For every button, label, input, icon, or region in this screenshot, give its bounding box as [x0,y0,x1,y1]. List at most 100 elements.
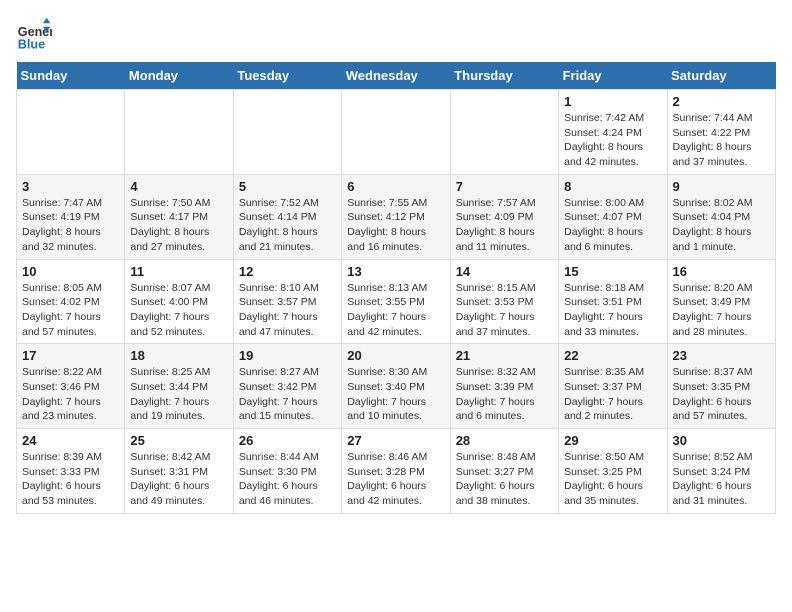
day-info: Sunrise: 8:30 AMSunset: 3:40 PMDaylight:… [347,365,444,424]
calendar-week-row: 24 Sunrise: 8:39 AMSunset: 3:33 PMDayligh… [17,429,776,514]
day-info: Sunrise: 7:57 AMSunset: 4:09 PMDaylight:… [456,196,553,255]
day-info: Sunrise: 8:22 AMSunset: 3:46 PMDaylight:… [22,365,119,424]
day-number: 21 [456,348,553,363]
calendar-cell: 3 Sunrise: 7:47 AMSunset: 4:19 PMDaylight… [17,174,125,259]
calendar-cell [17,90,125,175]
day-info: Sunrise: 8:39 AMSunset: 3:33 PMDaylight:… [22,450,119,509]
day-info: Sunrise: 8:27 AMSunset: 3:42 PMDaylight:… [239,365,336,424]
day-number: 14 [456,264,553,279]
day-number: 5 [239,179,336,194]
calendar-cell [342,90,450,175]
day-number: 27 [347,433,444,448]
calendar-cell: 23 Sunrise: 8:37 AMSunset: 3:35 PMDayligh… [667,344,775,429]
day-number: 12 [239,264,336,279]
calendar-cell: 12 Sunrise: 8:10 AMSunset: 3:57 PMDayligh… [233,259,341,344]
day-info: Sunrise: 8:13 AMSunset: 3:55 PMDaylight:… [347,281,444,340]
day-number: 23 [673,348,770,363]
day-number: 30 [673,433,770,448]
column-header-saturday: Saturday [667,62,775,90]
day-info: Sunrise: 8:05 AMSunset: 4:02 PMDaylight:… [22,281,119,340]
day-info: Sunrise: 7:47 AMSunset: 4:19 PMDaylight:… [22,196,119,255]
day-number: 17 [22,348,119,363]
calendar-cell: 17 Sunrise: 8:22 AMSunset: 3:46 PMDayligh… [17,344,125,429]
calendar-week-row: 17 Sunrise: 8:22 AMSunset: 3:46 PMDayligh… [17,344,776,429]
day-number: 19 [239,348,336,363]
day-info: Sunrise: 8:46 AMSunset: 3:28 PMDaylight:… [347,450,444,509]
calendar-cell: 14 Sunrise: 8:15 AMSunset: 3:53 PMDayligh… [450,259,558,344]
day-number: 1 [564,94,661,109]
day-number: 4 [130,179,227,194]
calendar-cell: 18 Sunrise: 8:25 AMSunset: 3:44 PMDayligh… [125,344,233,429]
day-number: 15 [564,264,661,279]
calendar-cell: 29Sunrise: 8:50 AMSunset: 3:25 PMDayligh… [559,429,667,514]
calendar-cell: 26Sunrise: 8:44 AMSunset: 3:30 PMDayligh… [233,429,341,514]
day-number: 20 [347,348,444,363]
day-number: 9 [673,179,770,194]
day-info: Sunrise: 8:00 AMSunset: 4:07 PMDaylight:… [564,196,661,255]
day-info: Sunrise: 8:42 AMSunset: 3:31 PMDaylight:… [130,450,227,509]
calendar-cell: 28 Sunrise: 8:48 AMSunset: 3:27 PMDayligh… [450,429,558,514]
day-number: 22 [564,348,661,363]
column-header-wednesday: Wednesday [342,62,450,90]
day-info: Sunrise: 8:25 AMSunset: 3:44 PMDaylight:… [130,365,227,424]
calendar-cell: 15 Sunrise: 8:18 AMSunset: 3:51 PMDayligh… [559,259,667,344]
calendar-cell: 10 Sunrise: 8:05 AMSunset: 4:02 PMDayligh… [17,259,125,344]
day-number: 13 [347,264,444,279]
column-header-tuesday: Tuesday [233,62,341,90]
day-number: 16 [673,264,770,279]
calendar-cell [450,90,558,175]
day-info: Sunrise: 8:32 AMSunset: 3:39 PMDaylight:… [456,365,553,424]
day-number: 8 [564,179,661,194]
day-info: Sunrise: 7:42 AMSunset: 4:24 PMDaylight:… [564,111,661,170]
day-number: 10 [22,264,119,279]
day-number: 28 [456,433,553,448]
logo: General Blue [16,16,56,52]
svg-text:Blue: Blue [18,37,45,51]
day-number: 25 [130,433,227,448]
calendar-cell: 11Sunrise: 8:07 AMSunset: 4:00 PMDayligh… [125,259,233,344]
day-info: Sunrise: 8:18 AMSunset: 3:51 PMDaylight:… [564,281,661,340]
column-header-friday: Friday [559,62,667,90]
day-info: Sunrise: 8:37 AMSunset: 3:35 PMDaylight:… [673,365,770,424]
column-header-sunday: Sunday [17,62,125,90]
day-info: Sunrise: 8:10 AMSunset: 3:57 PMDaylight:… [239,281,336,340]
day-info: Sunrise: 7:50 AMSunset: 4:17 PMDaylight:… [130,196,227,255]
calendar-cell: 19 Sunrise: 8:27 AMSunset: 3:42 PMDayligh… [233,344,341,429]
calendar-week-row: 3 Sunrise: 7:47 AMSunset: 4:19 PMDaylight… [17,174,776,259]
calendar-cell [233,90,341,175]
calendar-cell: 4 Sunrise: 7:50 AMSunset: 4:17 PMDaylight… [125,174,233,259]
day-info: Sunrise: 8:48 AMSunset: 3:27 PMDaylight:… [456,450,553,509]
day-number: 11 [130,264,227,279]
day-info: Sunrise: 8:35 AMSunset: 3:37 PMDaylight:… [564,365,661,424]
day-number: 18 [130,348,227,363]
calendar-week-row: 10 Sunrise: 8:05 AMSunset: 4:02 PMDayligh… [17,259,776,344]
calendar-week-row: 1 Sunrise: 7:42 AMSunset: 4:24 PMDaylight… [17,90,776,175]
day-info: Sunrise: 8:50 AMSunset: 3:25 PMDaylight:… [564,450,661,509]
day-info: Sunrise: 8:52 AMSunset: 3:24 PMDaylight:… [673,450,770,509]
day-info: Sunrise: 7:44 AMSunset: 4:22 PMDaylight:… [673,111,770,170]
page-header: General Blue [16,16,776,52]
calendar-cell: 24 Sunrise: 8:39 AMSunset: 3:33 PMDayligh… [17,429,125,514]
calendar-cell: 6Sunrise: 7:55 AMSunset: 4:12 PMDaylight… [342,174,450,259]
day-number: 3 [22,179,119,194]
calendar-cell [125,90,233,175]
day-info: Sunrise: 8:15 AMSunset: 3:53 PMDaylight:… [456,281,553,340]
calendar-cell: 30 Sunrise: 8:52 AMSunset: 3:24 PMDayligh… [667,429,775,514]
column-header-monday: Monday [125,62,233,90]
calendar-cell: 2Sunrise: 7:44 AMSunset: 4:22 PMDaylight… [667,90,775,175]
calendar-cell: 22 Sunrise: 8:35 AMSunset: 3:37 PMDayligh… [559,344,667,429]
calendar-header-row: SundayMondayTuesdayWednesdayThursdayFrid… [17,62,776,90]
logo-icon: General Blue [16,16,52,52]
calendar-cell: 1 Sunrise: 7:42 AMSunset: 4:24 PMDaylight… [559,90,667,175]
calendar-cell: 7 Sunrise: 7:57 AMSunset: 4:09 PMDaylight… [450,174,558,259]
day-info: Sunrise: 8:20 AMSunset: 3:49 PMDaylight:… [673,281,770,340]
day-number: 24 [22,433,119,448]
calendar-cell: 21 Sunrise: 8:32 AMSunset: 3:39 PMDayligh… [450,344,558,429]
calendar-cell: 27 Sunrise: 8:46 AMSunset: 3:28 PMDayligh… [342,429,450,514]
column-header-thursday: Thursday [450,62,558,90]
calendar-cell: 5Sunrise: 7:52 AMSunset: 4:14 PMDaylight… [233,174,341,259]
calendar-cell: 16 Sunrise: 8:20 AMSunset: 3:49 PMDayligh… [667,259,775,344]
day-number: 26 [239,433,336,448]
day-number: 6 [347,179,444,194]
day-number: 7 [456,179,553,194]
